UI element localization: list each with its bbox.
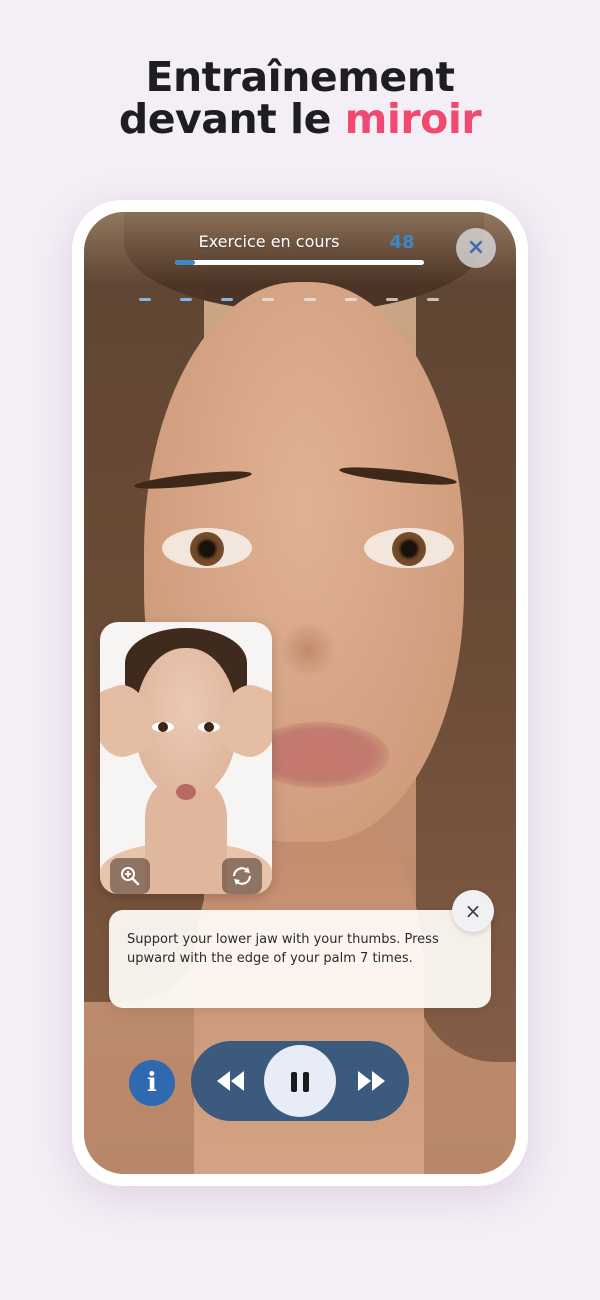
step-dash <box>427 298 439 301</box>
exercise-title: Exercice en cours <box>198 232 340 251</box>
zoom-button[interactable] <box>110 858 150 894</box>
step-dash <box>221 298 234 301</box>
fast-forward-icon <box>358 1071 385 1091</box>
step-dash <box>385 298 398 301</box>
playback-controls <box>191 1041 409 1121</box>
rotate-camera-icon <box>232 867 252 885</box>
step-dash <box>344 298 357 301</box>
step-dash <box>303 298 316 301</box>
exercise-counter: 48 <box>389 232 415 253</box>
iris-left <box>190 532 224 566</box>
step-dash <box>139 298 151 301</box>
headline-line-1: Entraînement <box>145 53 455 101</box>
step-dash <box>262 298 275 301</box>
step-dash <box>180 298 193 301</box>
phone-frame: Exercice en cours 48 × Support your lowe… <box>72 200 528 1186</box>
instruction-text: Support your lower jaw with your thumbs.… <box>127 932 439 966</box>
fast-forward-button[interactable] <box>341 1041 401 1121</box>
demo-video-card[interactable] <box>100 622 272 894</box>
eye-left <box>162 528 252 568</box>
page-headline: Entraînement devant le miroir <box>0 56 600 140</box>
rewind-button[interactable] <box>201 1041 261 1121</box>
headline-prefix: devant le <box>118 95 345 143</box>
exercise-progress-fill <box>175 260 195 265</box>
pause-button[interactable] <box>264 1045 336 1117</box>
demo-eye-right <box>198 722 220 732</box>
iris-right <box>392 532 426 566</box>
pause-icon-bar-right <box>303 1072 309 1092</box>
instruction-card: Support your lower jaw with your thumbs.… <box>109 910 491 1008</box>
info-button[interactable]: i <box>129 1060 175 1106</box>
close-instruction-button[interactable]: × <box>452 890 494 932</box>
zoom-in-icon <box>121 867 140 886</box>
demo-mouth <box>176 784 196 800</box>
headline-accent: miroir <box>344 95 482 143</box>
rewind-icon <box>217 1071 244 1091</box>
eye-right <box>364 528 454 568</box>
switch-camera-button[interactable] <box>222 858 262 894</box>
close-exercise-button[interactable]: × <box>456 228 496 268</box>
headline-line-2: devant le miroir <box>0 98 600 140</box>
pause-icon-bar-left <box>291 1072 297 1092</box>
demo-eye-left <box>152 722 174 732</box>
step-indicator <box>139 298 439 302</box>
face-nose <box>280 622 336 678</box>
exercise-progress-bar <box>175 260 424 265</box>
camera-view: Exercice en cours 48 × Support your lowe… <box>84 212 516 1174</box>
